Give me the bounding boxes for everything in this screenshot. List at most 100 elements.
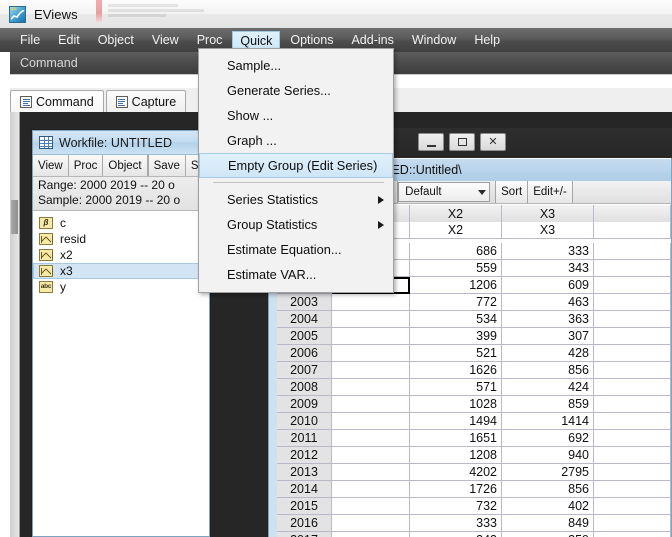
- menu-item-edit[interactable]: Edit: [50, 30, 88, 50]
- row-header-year[interactable]: 2015: [277, 498, 332, 515]
- row-header-year[interactable]: 2004: [277, 311, 332, 328]
- grid-cell-empty[interactable]: [594, 379, 671, 396]
- scrollbar-thumb[interactable]: [11, 200, 18, 234]
- grid-cell-x2[interactable]: 732: [410, 498, 502, 515]
- workfile-object-y[interactable]: abcy: [33, 279, 209, 295]
- row-header-year[interactable]: 2005: [277, 328, 332, 345]
- grid-cell-x2[interactable]: 1626: [410, 362, 502, 379]
- grid-cell-x2[interactable]: 1208: [410, 447, 502, 464]
- restore-button[interactable]: [449, 133, 475, 151]
- row-header-year[interactable]: 2009: [277, 396, 332, 413]
- grid-cell-empty[interactable]: [594, 532, 671, 537]
- grid-cell-x2[interactable]: 399: [410, 328, 502, 345]
- workfile-object-c[interactable]: βc: [33, 215, 209, 231]
- workspace-scrollbar[interactable]: [10, 112, 20, 537]
- quick-menu-item-graph[interactable]: Graph ...: [199, 128, 393, 153]
- grid-cell-x2[interactable]: 4202: [410, 464, 502, 481]
- grid-cell-blank[interactable]: [332, 379, 410, 396]
- grid-cell-x3[interactable]: 307: [502, 328, 594, 345]
- workfile-object-list[interactable]: βcresidx2x3abcy: [33, 211, 209, 529]
- grid-cell-empty[interactable]: [594, 311, 671, 328]
- grid-cell-x2[interactable]: 1726: [410, 481, 502, 498]
- row-header-year[interactable]: 2013: [277, 464, 332, 481]
- table-row[interactable]: 2007 1626856: [277, 362, 671, 379]
- grid-cell-x2[interactable]: 686: [410, 243, 502, 260]
- grid-cell-x3[interactable]: 940: [502, 447, 594, 464]
- grid-cell-x3[interactable]: 463: [502, 294, 594, 311]
- quick-menu-item-series-statistics[interactable]: Series Statistics: [199, 187, 393, 212]
- grid-cell-empty[interactable]: [594, 447, 671, 464]
- quick-menu-item-empty-group-edit-series[interactable]: Empty Group (Edit Series): [199, 153, 393, 178]
- menu-item-options[interactable]: Options: [282, 30, 341, 50]
- grid-cell-x3[interactable]: 359: [502, 532, 594, 537]
- table-row[interactable]: 2015 732402: [277, 498, 671, 515]
- table-row[interactable]: 2008571424: [277, 379, 671, 396]
- grid-cell-x3[interactable]: 343: [502, 260, 594, 277]
- row-header-year[interactable]: 2016: [277, 515, 332, 532]
- grid-cell-x2[interactable]: 1206: [410, 277, 502, 294]
- grid-cell-x3[interactable]: 856: [502, 481, 594, 498]
- workfile-object-x3[interactable]: x3: [33, 263, 209, 279]
- table-row[interactable]: 2003 772463: [277, 294, 671, 311]
- grid-cell-x3[interactable]: 333: [502, 243, 594, 260]
- grid-cell-empty[interactable]: [594, 481, 671, 498]
- grid-cell-x2[interactable]: 559: [410, 260, 502, 277]
- grid-cell-blank[interactable]: [332, 481, 410, 498]
- grid-cell-empty[interactable]: [594, 498, 671, 515]
- grid-cell-x2[interactable]: 1028: [410, 396, 502, 413]
- grid-cell-x2[interactable]: 534: [410, 311, 502, 328]
- quick-menu-item-sample[interactable]: Sample...: [199, 53, 393, 78]
- grid-cell-x2[interactable]: 1651: [410, 430, 502, 447]
- close-button[interactable]: ✕: [480, 133, 506, 151]
- table-row[interactable]: 2013 42022795: [277, 464, 671, 481]
- grid-cell-x3[interactable]: 609: [502, 277, 594, 294]
- grid-cell-blank[interactable]: [332, 345, 410, 362]
- table-row[interactable]: 2005 399307: [277, 328, 671, 345]
- grid-cell-x3[interactable]: 692: [502, 430, 594, 447]
- grid-cell-blank[interactable]: [332, 294, 410, 311]
- edit-toggle-button[interactable]: Edit+/-: [528, 181, 573, 203]
- tab-command[interactable]: Command: [10, 90, 104, 112]
- row-header-year[interactable]: 2008: [277, 379, 332, 396]
- menu-item-addins[interactable]: Add-ins: [343, 30, 401, 50]
- grid-cell-x2[interactable]: 521: [410, 345, 502, 362]
- tab-capture[interactable]: Capture: [106, 90, 186, 112]
- row-header-year[interactable]: 2014: [277, 481, 332, 498]
- grid-cell-x3[interactable]: 402: [502, 498, 594, 515]
- grid-cell-x2[interactable]: 1494: [410, 413, 502, 430]
- table-row[interactable]: 2004 534363: [277, 311, 671, 328]
- row-header-year[interactable]: 2010: [277, 413, 332, 430]
- grid-cell-blank[interactable]: [332, 515, 410, 532]
- table-row[interactable]: 2014 1726856: [277, 481, 671, 498]
- grid-cell-x3[interactable]: 363: [502, 311, 594, 328]
- row-header-year[interactable]: 2007: [277, 362, 332, 379]
- grid-cell-x3[interactable]: 424: [502, 379, 594, 396]
- grid-cell-empty[interactable]: [594, 243, 671, 260]
- row-header-year[interactable]: 2012: [277, 447, 332, 464]
- grid-cell-blank[interactable]: [332, 328, 410, 345]
- grid-cell-x3[interactable]: 859: [502, 396, 594, 413]
- row-header-year[interactable]: 2011: [277, 430, 332, 447]
- table-row[interactable]: 2006521428: [277, 345, 671, 362]
- workfile-object-x2[interactable]: x2: [33, 247, 209, 263]
- grid-cell-x3[interactable]: 849: [502, 515, 594, 532]
- grid-cell-blank[interactable]: [332, 362, 410, 379]
- table-row[interactable]: 2012 1208940: [277, 447, 671, 464]
- menu-item-window[interactable]: Window: [404, 30, 464, 50]
- grid-cell-empty[interactable]: [594, 413, 671, 430]
- grid-cell-x2[interactable]: 772: [410, 294, 502, 311]
- workfile-save-button[interactable]: Save: [149, 155, 186, 176]
- grid-cell-x3[interactable]: 856: [502, 362, 594, 379]
- menu-item-help[interactable]: Help: [466, 30, 508, 50]
- workfile-view-button[interactable]: View: [33, 155, 69, 176]
- minimize-button[interactable]: [418, 133, 444, 151]
- table-row[interactable]: 2016333849: [277, 515, 671, 532]
- workfile-object-button[interactable]: Object: [103, 155, 147, 176]
- quick-menu-item-estimate-equation[interactable]: Estimate Equation...: [199, 237, 393, 262]
- table-row[interactable]: 201014941414: [277, 413, 671, 430]
- grid-cell-empty[interactable]: [594, 260, 671, 277]
- grid-cell-empty[interactable]: [594, 345, 671, 362]
- grid-cell-blank[interactable]: [332, 498, 410, 515]
- grid-cell-x3[interactable]: 2795: [502, 464, 594, 481]
- row-header-year[interactable]: 2003: [277, 294, 332, 311]
